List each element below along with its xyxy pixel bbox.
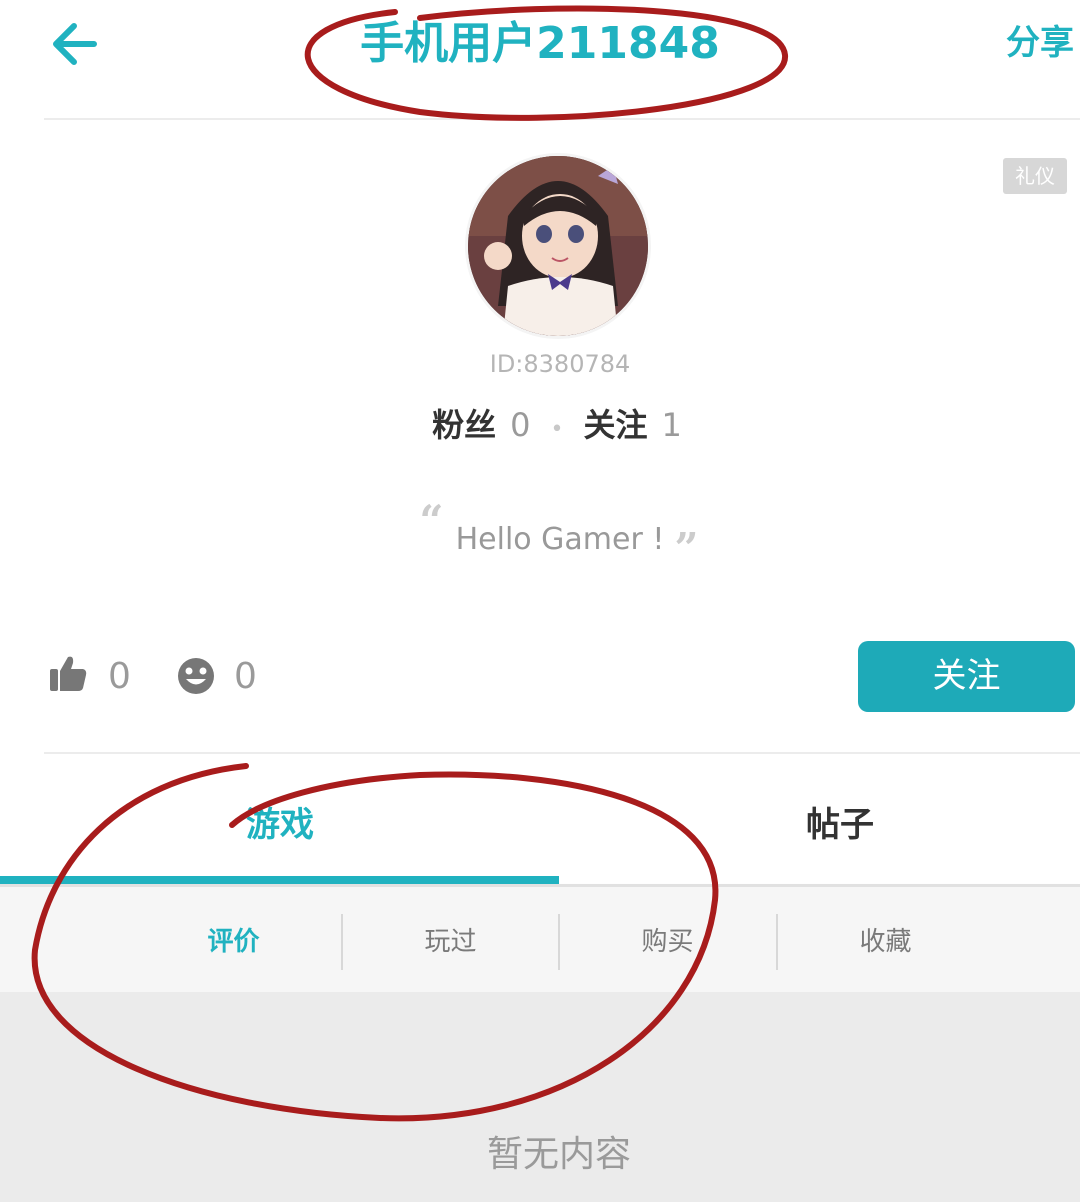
tab-indicator (0, 876, 559, 884)
avatar[interactable] (465, 153, 651, 339)
etiquette-badge[interactable]: 礼仪 (1003, 158, 1067, 194)
following-label[interactable]: 关注 (583, 406, 647, 444)
follow-button[interactable]: 关注 (858, 641, 1075, 712)
smiley-face-icon (178, 658, 214, 694)
header-divider (44, 118, 1080, 120)
thumbs-up-icon (50, 656, 87, 691)
fans-count[interactable]: 0 (510, 406, 530, 444)
tab-games[interactable]: 游戏 (10, 790, 550, 860)
subtab-favorites[interactable]: 收藏 (777, 914, 994, 970)
empty-state-text: 暂无内容 (486, 1134, 631, 1175)
fans-label[interactable]: 粉丝 (432, 406, 496, 444)
signature: “ Hello Gamer ! ” (0, 496, 1080, 573)
stats-separator: • (550, 417, 564, 442)
share-button[interactable]: 分享 (1006, 18, 1074, 68)
user-id: ID:8380784 (489, 350, 631, 378)
close-quote-icon: ” (674, 524, 699, 573)
like-button[interactable] (48, 653, 88, 697)
subtab-purchased[interactable]: 购买 (559, 914, 776, 970)
smile-button[interactable] (176, 656, 216, 700)
signature-text: Hello Gamer ! (455, 522, 665, 557)
subtab-reviews[interactable]: 评价 (125, 914, 342, 970)
page-title: 手机用户211848 (360, 18, 720, 69)
follow-stats: 粉丝 0 • 关注 1 (0, 402, 1080, 453)
subtab-played[interactable]: 玩过 (342, 914, 559, 970)
open-quote-icon: “ (419, 496, 444, 545)
avatar-illustration (468, 156, 648, 336)
following-count[interactable]: 1 (662, 406, 682, 444)
tab-posts[interactable]: 帖子 (570, 790, 1080, 860)
reactions-divider (44, 752, 1080, 754)
smile-count: 0 (234, 656, 257, 697)
like-count: 0 (108, 656, 131, 697)
